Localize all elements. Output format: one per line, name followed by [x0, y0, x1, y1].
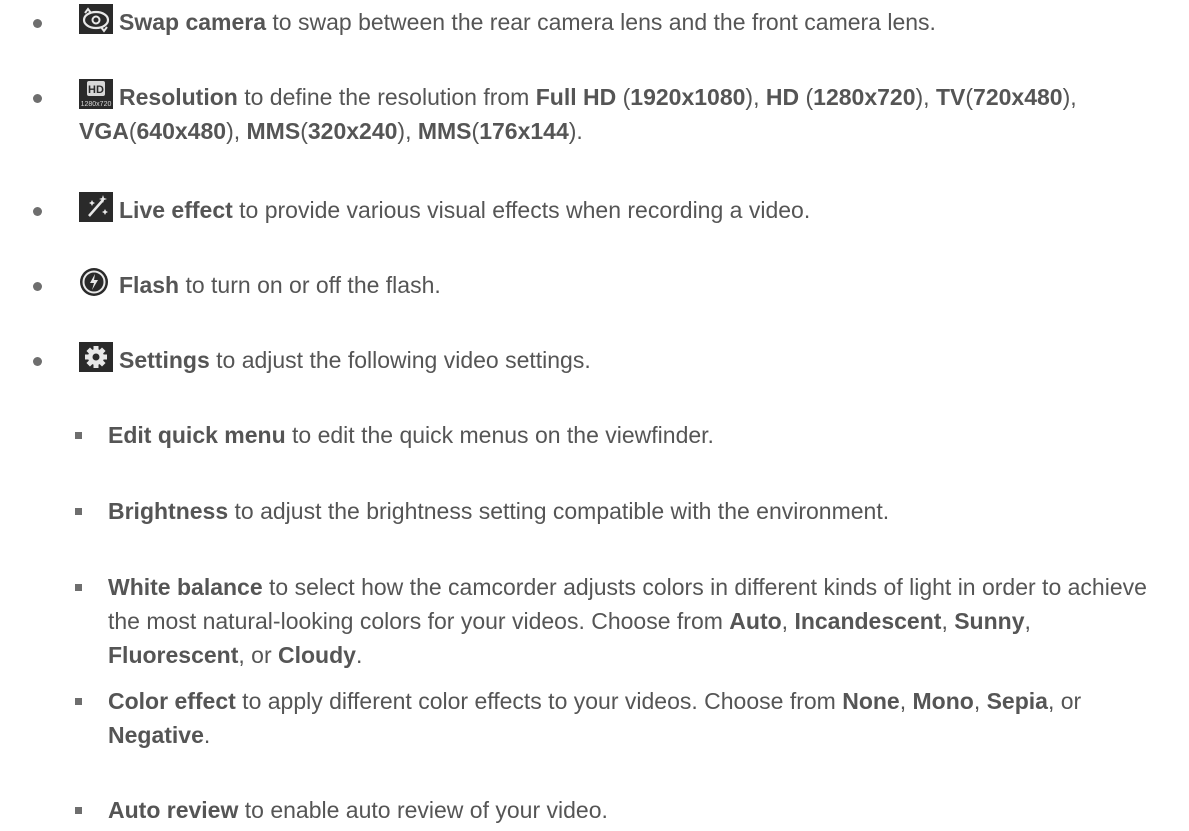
text-run: ,	[899, 688, 913, 714]
text-run-bold: Mono	[912, 688, 974, 714]
flash-icon	[80, 268, 108, 296]
text-run: ),	[397, 118, 418, 144]
item-title: Settings	[119, 347, 210, 373]
text-run-bold: 1920x1080	[630, 84, 746, 110]
item-description: to enable auto review of your video.	[238, 797, 608, 823]
text-run: ,	[941, 608, 955, 634]
text-run-bold: Incandescent	[794, 608, 942, 634]
text-run: (	[965, 84, 974, 110]
text-run: to apply different color effects to your…	[235, 688, 843, 714]
text-run: ),	[745, 84, 766, 110]
text-run-bold: Auto	[729, 608, 782, 634]
text-run-bold: 640x480	[136, 118, 227, 144]
hd-icon-sublabel: 1280x720	[81, 101, 112, 108]
text-run: .	[355, 642, 363, 668]
text-run: to define the resolution from	[237, 84, 536, 110]
item-title: Resolution	[119, 84, 238, 110]
item-text: Auto review to enable auto review of you…	[108, 793, 1168, 827]
text-run: ),	[915, 84, 936, 110]
square-bullet	[75, 432, 82, 439]
item-description: to provide various visual effects when r…	[232, 197, 811, 223]
text-run-bold: Negative	[108, 722, 204, 748]
square-bullet	[75, 508, 82, 515]
settings-gear-icon	[79, 342, 113, 372]
item-text: Swap camera to swap between the rear cam…	[79, 4, 1169, 39]
item-text: Live effect to provide various visual ef…	[79, 192, 1169, 227]
bullet	[33, 19, 42, 28]
text-run: , or	[1047, 688, 1082, 714]
bullet	[33, 282, 42, 291]
square-bullet	[75, 698, 82, 705]
item-text: HD 1280x720 Resolution to define the res…	[79, 79, 1169, 148]
hd-resolution-icon: HD 1280x720	[79, 79, 113, 109]
item-description: to adjust the brightness setting compati…	[228, 498, 890, 524]
text-run-bold: Sepia	[986, 688, 1048, 714]
bullet	[33, 207, 42, 216]
text-run: , or	[238, 642, 278, 668]
text-run-bold: MMS	[246, 118, 301, 144]
item-text: White balance to select how the camcorde…	[108, 570, 1168, 672]
item-title: Flash	[119, 272, 180, 298]
item-description: to turn on or off the flash.	[179, 272, 441, 298]
item-description: to edit the quick menus on the viewfinde…	[285, 422, 714, 448]
text-run: ,	[781, 608, 795, 634]
item-title: White balance	[108, 574, 263, 600]
item-text: Settings to adjust the following video s…	[79, 342, 1169, 377]
item-text: Flash to turn on or off the flash.	[79, 267, 1169, 302]
text-run-bold: 1280x720	[813, 84, 916, 110]
text-run: ,	[973, 688, 987, 714]
text-run-bold: Full HD	[535, 84, 617, 110]
swap-camera-icon	[79, 4, 113, 34]
text-run-bold: MMS	[417, 118, 472, 144]
item-text: Color effect to apply different color ef…	[108, 684, 1168, 752]
text-run-bold: 320x240	[307, 118, 398, 144]
item-text: Edit quick menu to edit the quick menus …	[108, 418, 1168, 452]
text-run: (	[128, 118, 137, 144]
text-run-bold: VGA	[79, 118, 129, 144]
hd-icon-label: HD	[88, 84, 104, 96]
square-bullet	[75, 584, 82, 591]
item-text: Brightness to adjust the brightness sett…	[108, 494, 1168, 528]
text-run-bold: Fluorescent	[108, 642, 239, 668]
item-title: Brightness	[108, 498, 229, 524]
text-run-bold: HD	[765, 84, 800, 110]
text-run-bold: Sunny	[954, 608, 1025, 634]
text-run: ).	[568, 118, 583, 144]
text-run-bold: None	[842, 688, 900, 714]
text-run: (	[300, 118, 308, 144]
text-run: .	[203, 722, 211, 748]
text-run-bold: 720x480	[973, 84, 1063, 110]
item-title: Color effect	[108, 688, 236, 714]
text-run: (	[799, 84, 814, 110]
bullet	[33, 357, 42, 366]
bullet	[33, 94, 42, 103]
text-run-bold: TV	[935, 84, 966, 110]
item-description: to adjust the following video settings.	[209, 347, 591, 373]
item-title: Live effect	[119, 197, 233, 223]
item-title: Auto review	[108, 797, 239, 823]
text-run: (	[616, 84, 631, 110]
text-run-bold: Cloudy	[278, 642, 356, 668]
text-run: ,	[1024, 608, 1031, 634]
item-title: Swap camera	[119, 9, 267, 35]
live-effect-icon	[79, 192, 113, 222]
square-bullet	[75, 807, 82, 814]
text-run: ),	[1062, 84, 1077, 110]
item-description: to swap between the rear camera lens and…	[266, 9, 936, 35]
text-run: ),	[226, 118, 247, 144]
item-title: Edit quick menu	[108, 422, 286, 448]
text-run-bold: 176x144	[479, 118, 569, 144]
